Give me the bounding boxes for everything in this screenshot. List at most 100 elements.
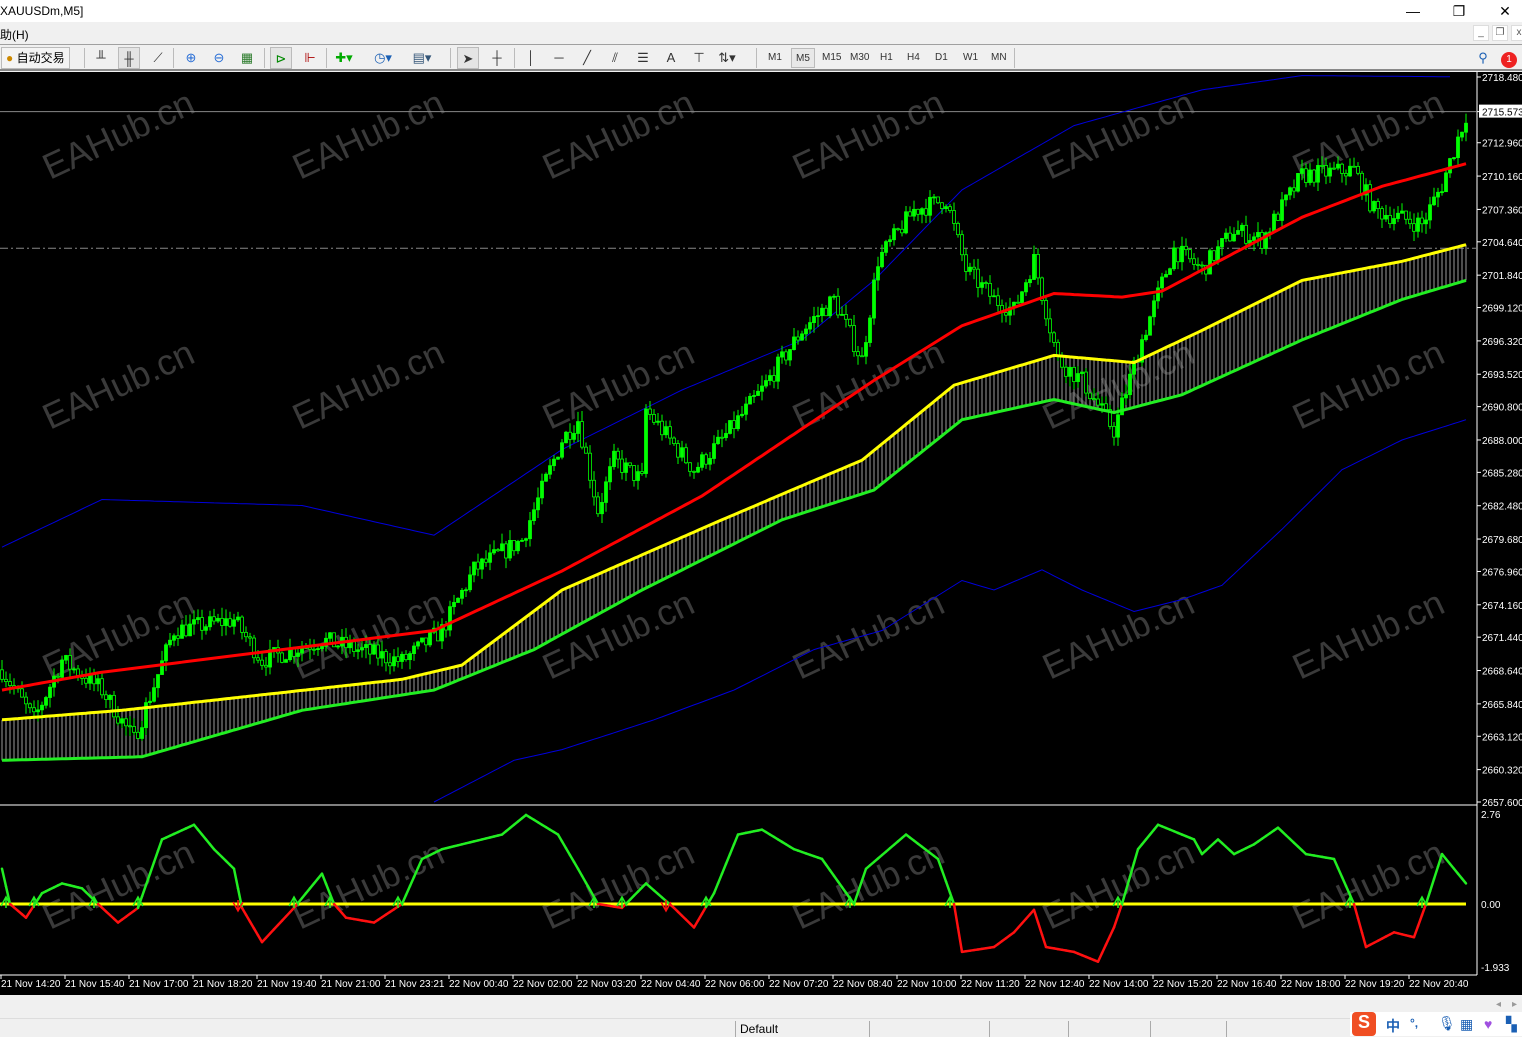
candle: [964, 248, 968, 281]
candle: [1428, 196, 1432, 229]
text-icon[interactable]: A: [660, 47, 682, 69]
candle-body: [224, 618, 228, 626]
cursor-icon[interactable]: ➤: [457, 47, 479, 69]
watermark: EAHub.cn: [786, 82, 950, 188]
candle-body: [720, 436, 724, 439]
candle-body: [1100, 403, 1104, 406]
notifications-icon[interactable]: 1: [1498, 47, 1520, 69]
periods-icon[interactable]: ◷▾: [372, 47, 394, 69]
candle: [632, 465, 636, 487]
candle: [808, 316, 812, 334]
price-label: 2712.960: [1482, 139, 1522, 150]
auto-scroll-icon[interactable]: ⊳: [270, 47, 292, 69]
candle-body: [1288, 187, 1292, 196]
candle-body: [1332, 167, 1336, 170]
trendline-icon[interactable]: ╱: [576, 47, 598, 69]
candlestick-chart-icon[interactable]: ╫: [118, 47, 140, 69]
timeframe-m15[interactable]: M15: [818, 48, 845, 68]
candle: [876, 256, 880, 291]
equidistant-channel-icon[interactable]: ⫽: [604, 47, 626, 69]
upper-band-line: [1, 75, 1451, 548]
scroll-left-icon[interactable]: ◂: [1496, 999, 1501, 1010]
skin-icon[interactable]: ♥: [1484, 1016, 1492, 1032]
close-button[interactable]: ✕: [1482, 0, 1522, 22]
candle: [700, 451, 704, 471]
timeframe-m1[interactable]: M1: [764, 48, 786, 68]
timeframe-mn[interactable]: MN: [987, 48, 1011, 68]
arrows-icon[interactable]: ⇅▾: [716, 47, 738, 69]
time-label: 22 Nov 06:00: [705, 979, 765, 990]
autotrade-button[interactable]: ● 自动交易: [1, 47, 70, 69]
mdi-minimize-button[interactable]: _: [1473, 25, 1489, 41]
scroll-right-icon[interactable]: ▸: [1512, 999, 1517, 1010]
candle-body: [652, 414, 656, 423]
text-label-icon[interactable]: ⊤: [688, 47, 710, 69]
restore-button[interactable]: ❐: [1436, 0, 1482, 22]
oscillator-segment: [1332, 857, 1340, 870]
crosshair-icon[interactable]: ┼: [486, 47, 508, 69]
candle-body: [124, 718, 128, 727]
chart-shift-icon[interactable]: ⊩: [299, 47, 321, 69]
timeframe-h4[interactable]: H4: [903, 48, 924, 68]
ime-toolbar[interactable]: S 中 °, 🎙 ▦ ♥ ▚: [1350, 1012, 1522, 1036]
watermark: EAHub.cn: [286, 582, 450, 688]
candle: [176, 627, 180, 646]
candle-body: [292, 648, 296, 657]
candle-body: [312, 648, 316, 651]
horizontal-scrollbar[interactable]: ◂ ▸: [0, 997, 1522, 1017]
candle-body: [1456, 136, 1460, 159]
candle: [520, 537, 524, 542]
candle-body: [1028, 279, 1032, 284]
timeframe-h1[interactable]: H1: [876, 48, 897, 68]
candle: [1420, 210, 1424, 233]
microphone-icon[interactable]: 🎙: [1438, 1015, 1456, 1032]
menu-help[interactable]: 助(H): [0, 26, 29, 43]
time-label: 22 Nov 04:40: [641, 979, 701, 990]
zoom-out-icon[interactable]: ⊖: [208, 47, 230, 69]
zoom-in-icon[interactable]: ⊕: [180, 47, 202, 69]
candle-body: [168, 639, 172, 646]
vertical-line-icon[interactable]: │: [520, 47, 542, 69]
candle: [108, 694, 112, 709]
candle-body: [336, 645, 340, 648]
price-chart[interactable]: EAHub.cn EAHub.cn EAHub.cn EAHub.cn EAHub.cn…: [0, 72, 1522, 995]
mdi-close-button[interactable]: x: [1511, 25, 1522, 41]
fibonacci-icon[interactable]: ☰: [632, 47, 654, 69]
candle: [1464, 113, 1468, 142]
indicators-icon[interactable]: ✚▾: [333, 47, 355, 69]
candle-body: [976, 268, 980, 288]
candle: [468, 566, 472, 593]
mdi-restore-button[interactable]: ❐: [1492, 25, 1508, 41]
templates-icon[interactable]: ▤▾: [411, 47, 433, 69]
candle-body: [1412, 223, 1416, 232]
time-label: 22 Nov 08:40: [833, 979, 893, 990]
timeframe-m30[interactable]: M30: [846, 48, 873, 68]
timeframe-m5[interactable]: M5: [791, 48, 815, 68]
separator: [264, 48, 265, 68]
price-label: 2682.480: [1482, 502, 1522, 513]
keyboard-icon[interactable]: ▦: [1460, 1016, 1473, 1033]
watermark: EAHub.cn: [1036, 582, 1200, 688]
bar-chart-icon[interactable]: ╨: [90, 47, 112, 69]
candle-body: [872, 279, 876, 319]
search-icon[interactable]: ⚲: [1472, 47, 1494, 69]
minimize-button[interactable]: —: [1390, 0, 1436, 22]
candle-body: [992, 295, 996, 298]
candle-body: [288, 648, 292, 661]
timeframe-d1[interactable]: D1: [931, 48, 952, 68]
menu-grid-icon[interactable]: ▚: [1506, 1016, 1517, 1033]
candle-body: [520, 539, 524, 542]
timeframe-w1[interactable]: W1: [959, 48, 982, 68]
horizontal-line-icon[interactable]: ─: [548, 47, 570, 69]
candle-body: [584, 446, 588, 454]
candle: [624, 457, 628, 481]
candle: [552, 454, 556, 471]
ime-language[interactable]: 中: [1386, 1016, 1400, 1036]
candle: [504, 541, 508, 569]
line-chart-icon[interactable]: ⟋: [147, 47, 169, 69]
candle: [428, 630, 432, 648]
tile-windows-icon[interactable]: ▦: [236, 47, 258, 69]
ime-punctuation[interactable]: °,: [1410, 1016, 1418, 1030]
candle-body: [940, 202, 944, 209]
candle: [728, 420, 732, 435]
